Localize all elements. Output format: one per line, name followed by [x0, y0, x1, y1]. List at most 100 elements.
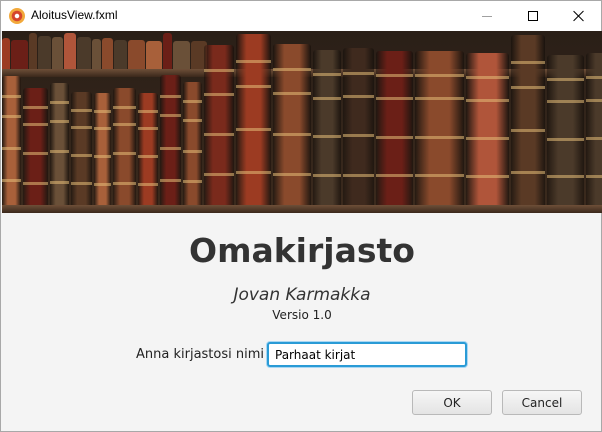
- book-band: [586, 76, 602, 79]
- app-window: AloitusView.fxml Omakirjasto Jovan Karma…: [0, 0, 602, 432]
- book-band: [313, 97, 341, 100]
- book-spine: [586, 53, 602, 205]
- book-band: [113, 106, 136, 109]
- close-icon: [573, 10, 585, 22]
- book-band: [547, 138, 584, 141]
- book-band: [313, 73, 341, 76]
- book-spine: [2, 38, 10, 69]
- book-band: [415, 136, 464, 139]
- book-band: [50, 150, 69, 153]
- book-spine: [11, 40, 28, 69]
- book-band: [466, 137, 509, 140]
- book-band: [511, 171, 545, 174]
- book-band: [94, 183, 111, 186]
- app-title: Omakirjasto: [189, 231, 415, 270]
- book-band: [343, 134, 374, 137]
- book-band: [94, 127, 111, 130]
- book-band: [2, 147, 21, 150]
- book-band: [376, 136, 413, 139]
- book-spine: [204, 45, 234, 205]
- book-spine: [114, 40, 127, 69]
- book-band: [138, 110, 158, 113]
- book-band: [586, 175, 602, 178]
- book-spine: [160, 75, 181, 205]
- maximize-icon: [528, 11, 538, 21]
- close-button[interactable]: [556, 1, 602, 31]
- book-band: [2, 115, 21, 118]
- book-band: [23, 123, 48, 126]
- book-spine: [415, 51, 464, 205]
- book-band: [511, 86, 545, 89]
- book-band: [236, 128, 271, 131]
- book-band: [313, 174, 341, 177]
- book-band: [204, 173, 234, 176]
- book-band: [273, 173, 311, 176]
- book-band: [273, 68, 311, 71]
- book-band: [273, 133, 311, 136]
- book-band: [113, 182, 136, 185]
- bookshelf-banner: [2, 31, 602, 213]
- book-spine: [50, 83, 69, 205]
- book-band: [160, 95, 181, 98]
- book-band: [343, 95, 374, 98]
- book-band: [376, 97, 413, 100]
- book-band: [547, 175, 584, 178]
- book-band: [204, 133, 234, 136]
- book-band: [343, 72, 374, 75]
- book-band: [466, 99, 509, 102]
- book-band: [23, 182, 48, 185]
- maximize-button[interactable]: [510, 1, 556, 31]
- book-spine: [273, 44, 311, 205]
- book-spine: [183, 82, 202, 205]
- book-spine: [102, 38, 113, 69]
- book-band: [113, 123, 136, 126]
- book-band: [2, 179, 21, 182]
- book-band: [138, 155, 158, 158]
- book-spine: [113, 88, 136, 205]
- book-band: [547, 78, 584, 81]
- book-band: [415, 97, 464, 100]
- book-band: [50, 120, 69, 123]
- book-band: [23, 106, 48, 109]
- book-band: [586, 137, 602, 140]
- library-name-label: Anna kirjastosi nimi: [136, 347, 265, 362]
- minimize-button[interactable]: [464, 1, 510, 31]
- book-band: [71, 182, 92, 185]
- book-band: [94, 155, 111, 158]
- book-band: [160, 114, 181, 117]
- cancel-button[interactable]: Cancel: [502, 390, 582, 415]
- book-band: [466, 175, 509, 178]
- book-band: [236, 60, 271, 63]
- book-band: [343, 174, 374, 177]
- book-band: [376, 174, 413, 177]
- book-band: [376, 74, 413, 77]
- book-band: [236, 171, 271, 174]
- author-name: Jovan Karmakka: [233, 285, 371, 305]
- book-spine: [2, 76, 21, 205]
- book-spine: [92, 39, 101, 69]
- book-band: [183, 180, 202, 183]
- book-spine: [547, 55, 584, 205]
- library-name-input[interactable]: [267, 342, 467, 367]
- book-spine: [146, 41, 162, 69]
- title-bar[interactable]: AloitusView.fxml: [1, 1, 601, 31]
- book-spine: [138, 93, 158, 205]
- version-label: Versio 1.0: [272, 308, 332, 322]
- book-band: [183, 100, 202, 103]
- book-band: [273, 92, 311, 95]
- book-spine: [163, 33, 172, 69]
- shelf-board: [2, 205, 602, 213]
- book-band: [160, 179, 181, 182]
- book-spine: [94, 93, 111, 205]
- book-spine: [343, 48, 374, 205]
- ok-button[interactable]: OK: [412, 390, 492, 415]
- book-band: [50, 101, 69, 104]
- book-band: [547, 100, 584, 103]
- book-spine: [511, 35, 545, 205]
- book-spine: [466, 53, 509, 205]
- book-band: [138, 127, 158, 130]
- book-band: [415, 174, 464, 177]
- book-spine: [23, 88, 48, 205]
- book-band: [71, 109, 92, 112]
- book-band: [94, 110, 111, 113]
